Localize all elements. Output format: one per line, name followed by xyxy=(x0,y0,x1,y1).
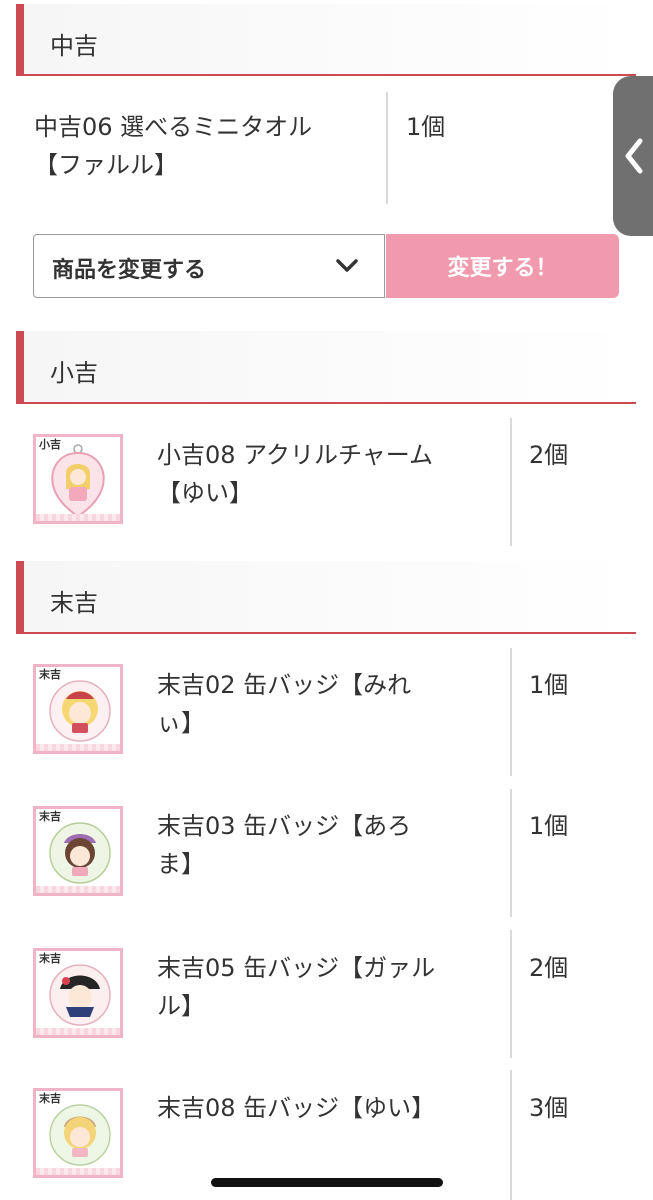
column-divider xyxy=(510,418,512,546)
change-button-label: 変更する！ xyxy=(447,256,558,281)
can-badge-image xyxy=(49,1104,111,1166)
column-divider xyxy=(510,1070,512,1200)
section-header-shokichi: 小吉 xyxy=(16,331,636,404)
item-thumbnail: 末吉 xyxy=(33,664,123,754)
thumbnail-footer xyxy=(36,886,120,893)
item-thumbnail: 小吉 xyxy=(33,434,123,524)
product-change-select[interactable]: 商品を変更する xyxy=(33,234,385,298)
item-name: 小吉08 アクリルチャーム 【ゆい】 xyxy=(157,441,434,507)
can-badge-image xyxy=(49,822,111,884)
side-drawer-tab[interactable] xyxy=(613,76,653,236)
item-name: 末吉02 缶バッジ【みれ ぃ】 xyxy=(157,671,412,737)
item-quantity: 2個 xyxy=(529,954,569,982)
chevron-left-icon xyxy=(625,138,643,174)
thumbnail-footer xyxy=(36,514,120,521)
item-thumbnail: 末吉 xyxy=(33,806,123,896)
section-header-suekichi: 末吉 xyxy=(16,561,636,634)
item-quantity: 1個 xyxy=(529,812,569,840)
item-thumbnail: 末吉 xyxy=(33,1088,123,1178)
can-badge-image xyxy=(49,680,111,742)
home-indicator[interactable] xyxy=(211,1178,443,1187)
section-title: 小吉 xyxy=(50,359,98,387)
item-quantity: 1個 xyxy=(529,671,569,699)
select-label: 商品を変更する xyxy=(52,258,207,283)
item-thumbnail: 末吉 xyxy=(33,948,123,1038)
item-quantity: 1個 xyxy=(406,113,446,141)
column-divider xyxy=(510,648,512,776)
thumbnail-footer xyxy=(36,1028,120,1035)
section-header-chukichi: 中吉 xyxy=(16,4,636,76)
item-name-chukichi: 中吉06 選べるミニタオル 【ファルル】 xyxy=(34,113,313,179)
section-title: 末吉 xyxy=(50,589,98,617)
change-button[interactable]: 変更する！ xyxy=(386,234,619,298)
item-name: 末吉05 缶バッジ【ガァル ル】 xyxy=(157,954,436,1020)
column-divider xyxy=(510,789,512,917)
acrylic-charm-image xyxy=(51,444,105,519)
item-quantity: 3個 xyxy=(529,1094,569,1122)
thumbnail-footer xyxy=(36,1168,120,1175)
section-title: 中吉 xyxy=(50,32,98,60)
item-quantity: 2個 xyxy=(529,441,569,469)
can-badge-image xyxy=(49,964,111,1026)
item-name: 末吉03 缶バッジ【あろ ま】 xyxy=(157,812,412,878)
item-name: 末吉08 缶バッジ【ゆい】 xyxy=(157,1094,436,1122)
thumbnail-footer xyxy=(36,744,120,751)
column-divider xyxy=(510,930,512,1058)
chevron-down-icon xyxy=(336,259,358,272)
column-divider xyxy=(386,92,388,204)
